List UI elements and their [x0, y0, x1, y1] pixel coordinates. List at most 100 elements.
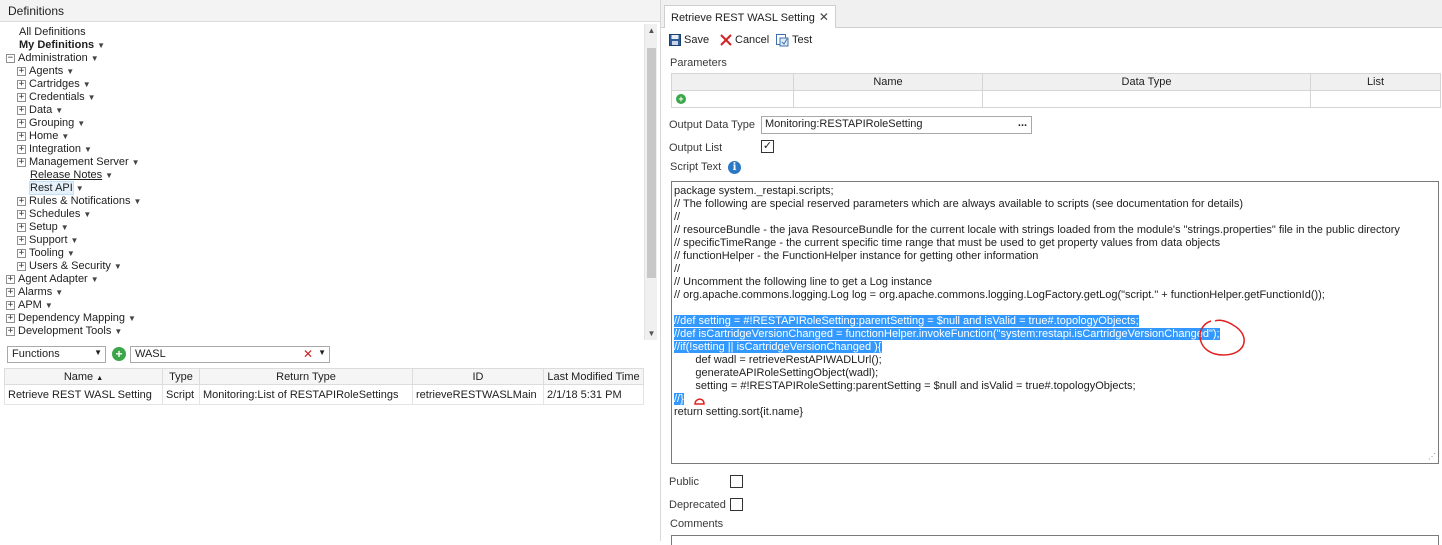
tab-retrieve-rest-wasl-setting[interactable]: Retrieve REST WASL Setting ✕ — [664, 5, 836, 28]
dropdown-arrow-icon[interactable]: ▼ — [114, 327, 122, 336]
tree-item[interactable]: + Schedules ▼ — [17, 208, 91, 221]
expand-icon[interactable]: + — [17, 131, 26, 141]
tree-item[interactable]: + Agent Adapter ▼ — [6, 273, 99, 286]
params-col-name[interactable]: Name — [793, 73, 983, 91]
expand-icon[interactable]: + — [17, 157, 26, 167]
tree-scrollbar[interactable]: ▲ ▼ — [644, 24, 657, 340]
col-header-return-type[interactable]: Return Type — [199, 368, 413, 385]
dropdown-arrow-icon[interactable]: ▼ — [88, 93, 96, 102]
dropdown-arrow-icon[interactable]: ▼ — [61, 223, 69, 232]
dropdown-arrow-icon[interactable]: ▼ — [105, 171, 113, 180]
dropdown-arrow-icon[interactable]: ▼ — [97, 41, 105, 50]
clear-search-icon[interactable]: ✕ — [303, 347, 313, 361]
expand-icon[interactable]: + — [17, 66, 26, 76]
cell-return-type[interactable]: Monitoring:List of RESTAPIRoleSettings — [199, 384, 413, 405]
scroll-thumb[interactable] — [647, 48, 656, 278]
tree-item[interactable]: My Definitions ▼ — [19, 39, 105, 52]
dropdown-arrow-icon[interactable]: ▼ — [55, 106, 63, 115]
table-row[interactable]: Retrieve REST WASL Setting Script Monito… — [4, 384, 644, 405]
save-button[interactable]: Save — [669, 32, 709, 48]
add-parameter-icon[interactable]: + — [676, 94, 686, 104]
cancel-button[interactable]: Cancel — [720, 32, 769, 48]
close-icon[interactable]: ✕ — [819, 10, 829, 24]
dropdown-arrow-icon[interactable]: ▼ — [91, 275, 99, 284]
search-input[interactable]: WASL ✕ ▼ — [130, 346, 330, 363]
dropdown-arrow-icon[interactable]: ▼ — [83, 210, 91, 219]
dropdown-arrow-icon[interactable]: ▼ — [45, 301, 53, 310]
expand-icon[interactable]: + — [6, 287, 15, 297]
tree-item[interactable]: + Agents ▼ — [17, 65, 74, 78]
dropdown-arrow-icon[interactable]: ▼ — [77, 119, 85, 128]
info-icon[interactable]: i — [728, 161, 741, 174]
resize-grip-icon[interactable]: ⋰ — [1428, 453, 1436, 461]
expand-icon[interactable]: + — [17, 118, 26, 128]
test-button[interactable]: Test — [776, 32, 812, 48]
browse-button[interactable]: ... — [1015, 118, 1030, 132]
expand-icon[interactable]: + — [17, 261, 26, 271]
output-list-checkbox[interactable]: ✓ — [761, 140, 774, 153]
tree-item[interactable]: + Data ▼ — [17, 104, 63, 117]
collapse-icon[interactable]: − — [6, 53, 15, 63]
script-editor[interactable]: ⋰ package system._restapi.scripts;// The… — [671, 181, 1439, 464]
chevron-down-icon[interactable]: ▼ — [318, 348, 326, 357]
dropdown-arrow-icon[interactable]: ▼ — [61, 132, 69, 141]
dropdown-arrow-icon[interactable]: ▼ — [83, 80, 91, 89]
expand-icon[interactable]: + — [6, 313, 15, 323]
tree-item[interactable]: + Alarms ▼ — [6, 286, 63, 299]
expand-icon[interactable]: + — [17, 235, 26, 245]
cell-name[interactable]: Retrieve REST WASL Setting — [4, 384, 163, 405]
expand-icon[interactable]: + — [17, 79, 26, 89]
tree-item[interactable]: + Dependency Mapping ▼ — [6, 312, 136, 325]
definition-type-select[interactable]: Functions ▼ — [7, 346, 106, 363]
add-definition-button[interactable]: + — [112, 347, 126, 361]
expand-icon[interactable]: + — [6, 326, 15, 336]
params-col-data-type[interactable]: Data Type — [982, 73, 1311, 91]
expand-icon[interactable]: + — [17, 105, 26, 115]
dropdown-arrow-icon[interactable]: ▼ — [132, 158, 140, 167]
scroll-up-icon[interactable]: ▲ — [645, 24, 658, 37]
dropdown-arrow-icon[interactable]: ▼ — [55, 288, 63, 297]
tree-item[interactable]: + Grouping ▼ — [17, 117, 85, 130]
expand-icon[interactable]: + — [17, 209, 26, 219]
expand-icon[interactable]: + — [17, 196, 26, 206]
tree-item[interactable]: + Integration ▼ — [17, 143, 92, 156]
tree-item[interactable]: + Credentials ▼ — [17, 91, 96, 104]
tree-item[interactable]: + Users & Security ▼ — [17, 260, 122, 273]
cell-last-modified[interactable]: 2/1/18 5:31 PM — [543, 384, 644, 405]
tree-item[interactable]: + Support ▼ — [17, 234, 78, 247]
cell-id[interactable]: retrieveRESTWASLMain — [412, 384, 544, 405]
scroll-down-icon[interactable]: ▼ — [645, 327, 658, 340]
col-header-id[interactable]: ID — [412, 368, 544, 385]
expand-icon[interactable]: + — [6, 300, 15, 310]
params-empty-cell[interactable] — [982, 90, 1311, 108]
tree-item[interactable]: + Cartridges ▼ — [17, 78, 91, 91]
tree-item[interactable]: + Development Tools ▼ — [6, 325, 122, 338]
col-header-name[interactable]: Name ▲ — [4, 368, 163, 385]
dropdown-arrow-icon[interactable]: ▼ — [76, 184, 84, 193]
dropdown-arrow-icon[interactable]: ▼ — [67, 249, 75, 258]
expand-icon[interactable]: + — [17, 222, 26, 232]
comments-input[interactable] — [671, 535, 1439, 545]
dropdown-arrow-icon[interactable]: ▼ — [71, 236, 79, 245]
expand-icon[interactable]: + — [17, 144, 26, 154]
tree-item[interactable]: + Management Server ▼ — [17, 156, 140, 169]
col-header-type[interactable]: Type — [162, 368, 200, 385]
cell-type[interactable]: Script — [162, 384, 200, 405]
dropdown-arrow-icon[interactable]: ▼ — [134, 197, 142, 206]
dropdown-arrow-icon[interactable]: ▼ — [91, 54, 99, 63]
col-header-last-modified[interactable]: Last Modified Time — [543, 368, 644, 385]
dropdown-arrow-icon[interactable]: ▼ — [128, 314, 136, 323]
deprecated-checkbox[interactable] — [730, 498, 743, 511]
tree-item[interactable]: − Administration ▼ — [6, 52, 99, 65]
tree-item[interactable]: Release Notes ▼ — [30, 169, 113, 182]
params-empty-cell[interactable] — [793, 90, 983, 108]
add-parameter-cell[interactable]: + — [671, 90, 794, 108]
dropdown-arrow-icon[interactable]: ▼ — [66, 67, 74, 76]
tree-item[interactable]: + Rules & Notifications ▼ — [17, 195, 141, 208]
dropdown-arrow-icon[interactable]: ▼ — [114, 262, 122, 271]
output-data-type-field[interactable]: Monitoring:RESTAPIRoleSetting ... — [761, 116, 1032, 134]
tree-item[interactable]: + APM ▼ — [6, 299, 53, 312]
expand-icon[interactable]: + — [6, 274, 15, 284]
tree-item[interactable]: + Tooling ▼ — [17, 247, 75, 260]
tree-item[interactable]: Rest API ▼ — [29, 181, 84, 195]
